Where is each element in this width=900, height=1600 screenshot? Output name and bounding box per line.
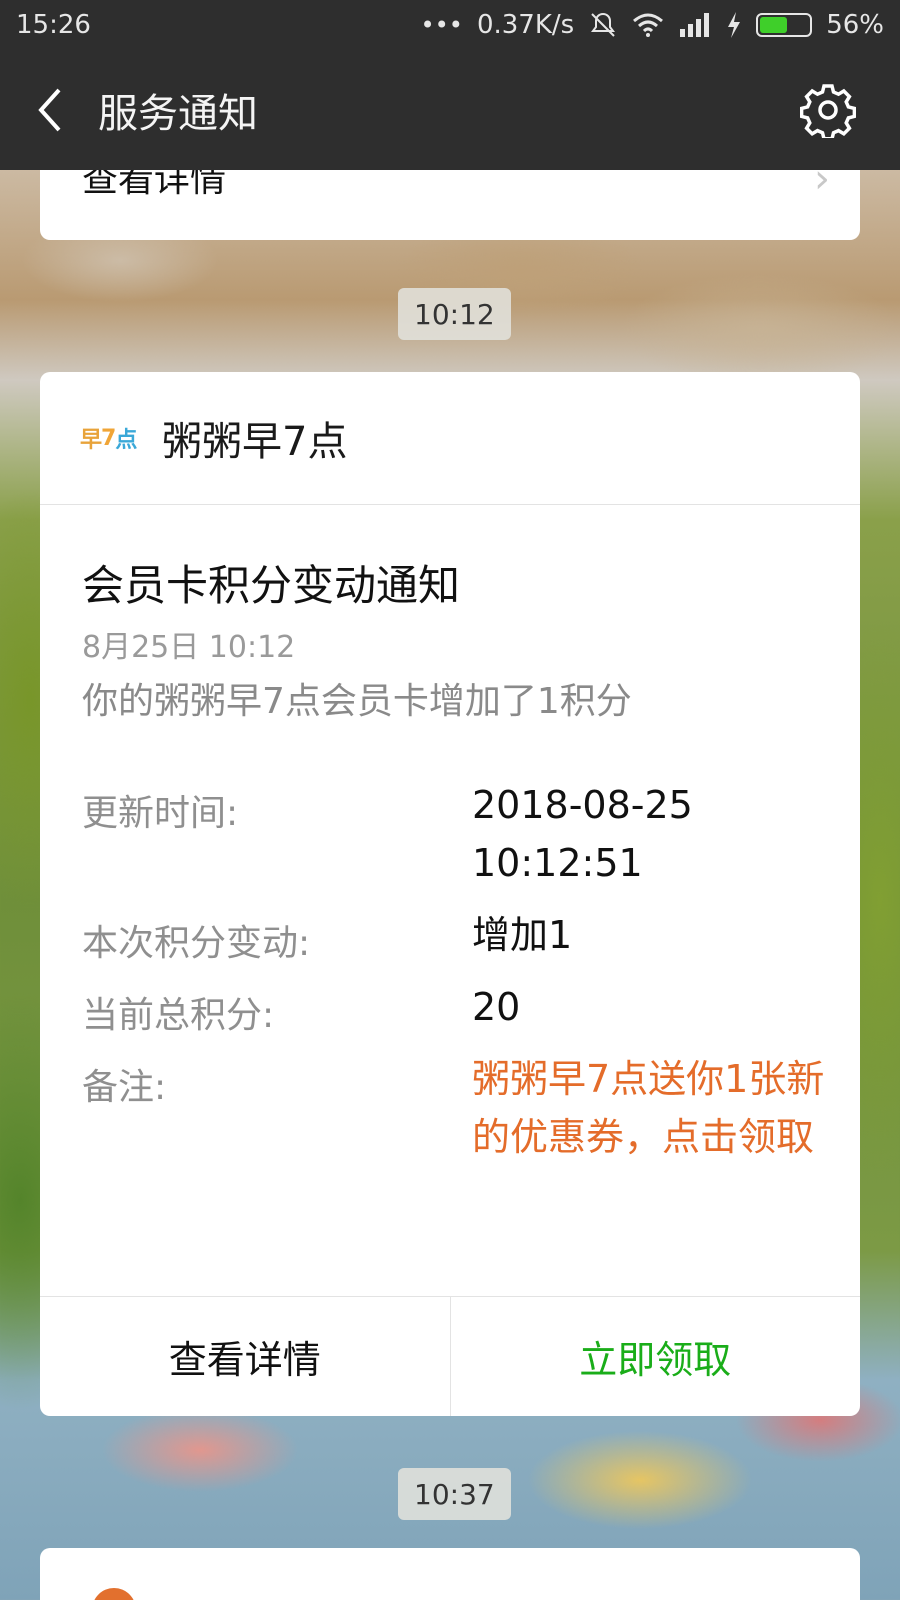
view-details-button[interactable]: 查看详情 <box>40 1297 451 1416</box>
wifi-icon <box>633 13 664 37</box>
field-value-points-change: 增加1 <box>472 913 573 957</box>
battery-percent: 56% <box>826 10 884 40</box>
timestamp-pill: 10:37 <box>398 1468 511 1520</box>
field-value-update-time: 2018-08-25 10:12:51 <box>472 783 693 885</box>
status-bar: 15:26 ••• 0.37K/s 56% <box>0 0 900 50</box>
brand-name: 粥粥早7点 <box>162 419 348 465</box>
battery-icon <box>756 13 813 37</box>
page-title: 服务通知 <box>98 91 258 137</box>
field-value-total-points: 20 <box>472 985 521 1029</box>
field-label-points-change: 本次积分变动: <box>82 923 311 964</box>
action-row: 查看详情 立即领取 <box>40 1296 860 1416</box>
battery-fill <box>760 17 788 33</box>
notice-card: 早7点 粥粥早7点 会员卡积分变动通知 8月25日 10:12 你的粥粥早7点会… <box>40 372 860 1416</box>
brand-logo-icon: 早7点 <box>80 425 137 454</box>
back-arrow-icon[interactable] <box>30 80 70 140</box>
more-dots-icon: ••• <box>420 11 463 39</box>
mute-icon <box>591 12 616 37</box>
next-notice-card[interactable] <box>40 1548 860 1600</box>
status-time: 15:26 <box>16 10 91 40</box>
brand-header[interactable]: 早7点 粥粥早7点 <box>40 372 860 505</box>
field-label-update-time: 更新时间: <box>82 793 239 834</box>
field-value-remark[interactable]: 粥粥早7点送你1张新的优惠券，点击领取 <box>472 1050 832 1166</box>
timestamp-pill: 10:12 <box>398 288 511 340</box>
nav-bar: 服务通知 <box>0 50 900 170</box>
gear-icon[interactable] <box>800 82 856 138</box>
notice-title: 会员卡积分变动通知 <box>82 561 461 610</box>
status-indicators: ••• 0.37K/s 56% <box>420 10 884 40</box>
claim-now-button[interactable]: 立即领取 <box>451 1297 861 1416</box>
notice-summary: 你的粥粥早7点会员卡增加了1积分 <box>82 681 632 722</box>
charging-icon <box>728 12 741 38</box>
network-speed: 0.37K/s <box>476 10 575 40</box>
field-label-total-points: 当前总积分: <box>82 995 275 1036</box>
notice-date: 8月25日 10:12 <box>82 630 296 665</box>
signal-icon <box>680 13 710 37</box>
avatar <box>92 1588 136 1600</box>
field-label-remark: 备注: <box>82 1067 167 1108</box>
